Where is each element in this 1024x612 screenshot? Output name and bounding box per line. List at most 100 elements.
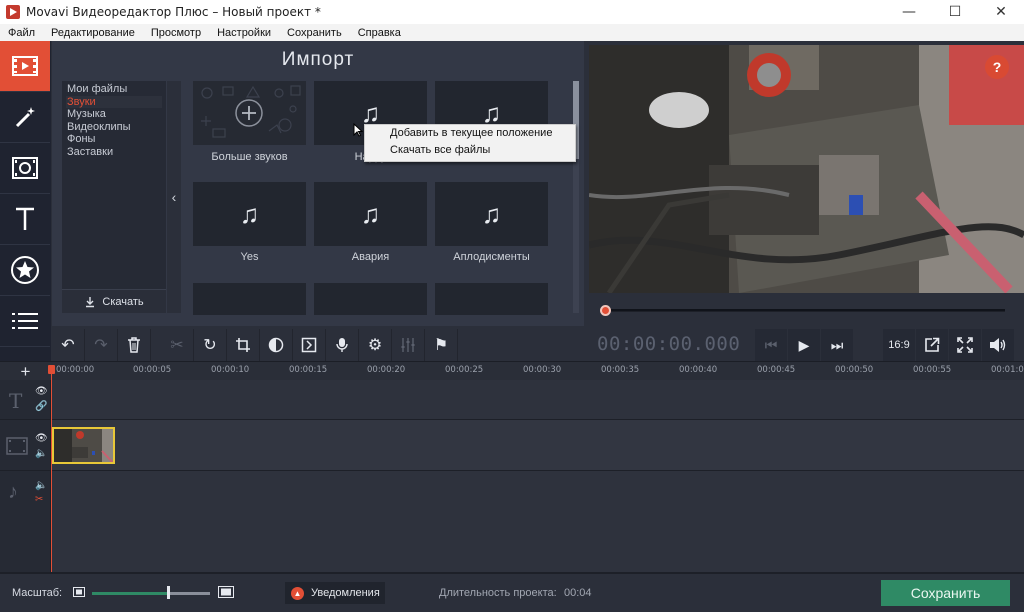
visibility-eye-icon[interactable]: 👁 bbox=[35, 433, 48, 444]
download-label: Скачать bbox=[102, 295, 144, 308]
nav-titles[interactable] bbox=[0, 194, 50, 245]
ruler-tick-label: 00:00:40 bbox=[679, 365, 718, 375]
redo-icon: ↷ bbox=[94, 337, 108, 354]
close-button[interactable]: ✕ bbox=[978, 0, 1024, 24]
nav-more[interactable] bbox=[0, 296, 50, 347]
menu-settings[interactable]: Настройки bbox=[209, 27, 279, 39]
visibility-eye-icon[interactable]: 👁 bbox=[35, 386, 48, 397]
zoom-out-film-icon[interactable] bbox=[73, 587, 85, 597]
engine-bay-image bbox=[589, 45, 1024, 293]
tile-sound[interactable]: ♫ bbox=[193, 283, 306, 315]
minimize-button[interactable]: — bbox=[886, 0, 932, 24]
seek-bar[interactable] bbox=[589, 296, 1024, 326]
speaker-icon[interactable]: 🔈 bbox=[35, 448, 47, 459]
mouse-cursor-icon bbox=[353, 123, 363, 137]
nav-filters[interactable] bbox=[0, 143, 50, 194]
fullscreen-button[interactable] bbox=[949, 329, 981, 361]
import-heading: Импорт bbox=[281, 49, 355, 70]
color-adjust-button[interactable] bbox=[260, 329, 293, 361]
playhead-handle[interactable] bbox=[48, 365, 55, 374]
audio-track[interactable]: ♪ 🔈 ✂ bbox=[0, 471, 1024, 573]
seek-thumb[interactable] bbox=[600, 305, 611, 316]
trash-icon bbox=[128, 337, 140, 353]
video-track[interactable]: 👁 🔈 bbox=[0, 420, 1024, 471]
tile-more-sounds[interactable] bbox=[193, 81, 306, 145]
next-frame-button[interactable]: ⏭ bbox=[821, 329, 853, 361]
timecode-display: 00:00:00.000 bbox=[597, 333, 741, 355]
add-track-button[interactable]: + bbox=[0, 362, 51, 381]
zoom-in-film-icon[interactable] bbox=[218, 586, 234, 598]
equalizer-button[interactable] bbox=[392, 329, 425, 361]
category-backgrounds[interactable]: Фоны bbox=[66, 133, 162, 146]
seek-track[interactable] bbox=[605, 309, 1005, 312]
cut-button[interactable]: ✂ bbox=[161, 329, 194, 361]
rotate-icon: ↻ bbox=[203, 337, 217, 354]
fullscreen-icon bbox=[957, 337, 973, 353]
crop-button[interactable] bbox=[227, 329, 260, 361]
save-button[interactable]: Сохранить bbox=[881, 580, 1010, 606]
link-icon[interactable]: 🔗 bbox=[35, 401, 47, 412]
menu-file[interactable]: Файл bbox=[0, 27, 43, 39]
category-music[interactable]: Музыка bbox=[66, 108, 162, 121]
title-track-header: T 👁 🔗 bbox=[0, 380, 51, 419]
help-button[interactable]: ? bbox=[985, 55, 1009, 79]
timeline-ruler[interactable]: + 00:00:00 00:00:05 00:00:10 00:00:15 00… bbox=[0, 361, 1024, 381]
transition-button[interactable] bbox=[293, 329, 326, 361]
title-track[interactable]: T 👁 🔗 bbox=[0, 380, 1024, 420]
volume-button[interactable] bbox=[982, 329, 1014, 361]
tile-sound[interactable]: ♫ bbox=[314, 283, 427, 315]
menu-edit[interactable]: Редактирование bbox=[43, 27, 143, 39]
detach-player-button[interactable] bbox=[916, 329, 948, 361]
rotate-button[interactable]: ↻ bbox=[194, 329, 227, 361]
clip-thumbnail bbox=[54, 429, 113, 462]
zoom-slider-thumb[interactable] bbox=[166, 586, 170, 599]
category-intros[interactable]: Заставки bbox=[66, 146, 162, 159]
menu-help[interactable]: Справка bbox=[350, 27, 409, 39]
menu-save[interactable]: Сохранить bbox=[279, 27, 350, 39]
toolbar-divider bbox=[151, 329, 161, 361]
play-button[interactable]: ▶ bbox=[788, 329, 820, 361]
marker-button[interactable]: ⚑ bbox=[425, 329, 458, 361]
tile-applause[interactable]: ♫ bbox=[435, 182, 548, 246]
notifications-label: Уведомления bbox=[311, 587, 380, 599]
download-button[interactable]: Скачать bbox=[62, 289, 166, 313]
nav-stickers[interactable] bbox=[0, 245, 50, 296]
skip-back-icon: ⏮ bbox=[764, 336, 778, 353]
nav-import[interactable] bbox=[0, 41, 50, 92]
scissors-icon: ✂ bbox=[170, 337, 184, 354]
collapse-panel-button[interactable]: ‹ bbox=[167, 81, 181, 313]
context-download-all[interactable]: Скачать все файлы bbox=[365, 142, 575, 159]
music-note-icon: ♫ bbox=[193, 295, 306, 316]
category-sounds[interactable]: Звуки bbox=[66, 95, 162, 108]
menu-bar: Файл Редактирование Просмотр Настройки С… bbox=[0, 24, 1024, 41]
pattern-icon bbox=[201, 85, 301, 138]
undo-button[interactable]: ↶ bbox=[52, 329, 85, 361]
zoom-slider[interactable] bbox=[92, 592, 210, 595]
video-clip[interactable] bbox=[52, 427, 115, 464]
unlink-icon[interactable]: ✂ bbox=[35, 494, 43, 505]
menu-view[interactable]: Просмотр bbox=[143, 27, 209, 39]
prev-frame-button[interactable]: ⏮ bbox=[755, 329, 787, 361]
nav-magic[interactable] bbox=[0, 92, 50, 143]
music-note-icon: ♫ bbox=[314, 295, 427, 316]
category-videoclips[interactable]: Видеоклипы bbox=[66, 121, 162, 134]
tiles-scrollbar[interactable] bbox=[573, 81, 579, 313]
download-icon bbox=[86, 296, 95, 307]
ruler-tick-label: 00:00:00 bbox=[56, 365, 95, 375]
notifications-button[interactable]: ▲ Уведомления bbox=[285, 582, 385, 604]
tile-accident[interactable]: ♫ bbox=[314, 182, 427, 246]
tile-label: Аплодисменты bbox=[453, 251, 530, 263]
context-add-at-position[interactable]: Добавить в текущее положение bbox=[365, 125, 575, 142]
aspect-ratio-button[interactable]: 16:9 bbox=[883, 329, 915, 361]
ruler-tick-label: 00:01:0 bbox=[991, 365, 1024, 375]
maximize-button[interactable]: ☐ bbox=[932, 0, 978, 24]
redo-button[interactable]: ↷ bbox=[85, 329, 118, 361]
playhead-line[interactable] bbox=[51, 367, 52, 572]
clip-properties-button[interactable]: ⚙ bbox=[359, 329, 392, 361]
speaker-icon[interactable]: 🔈 bbox=[35, 480, 47, 491]
delete-button[interactable] bbox=[118, 329, 151, 361]
record-audio-button[interactable] bbox=[326, 329, 359, 361]
category-my-files[interactable]: Мои файлы bbox=[66, 83, 162, 96]
tile-yes[interactable]: ♫ bbox=[193, 182, 306, 246]
tile-sound[interactable]: ♫ bbox=[435, 283, 548, 315]
